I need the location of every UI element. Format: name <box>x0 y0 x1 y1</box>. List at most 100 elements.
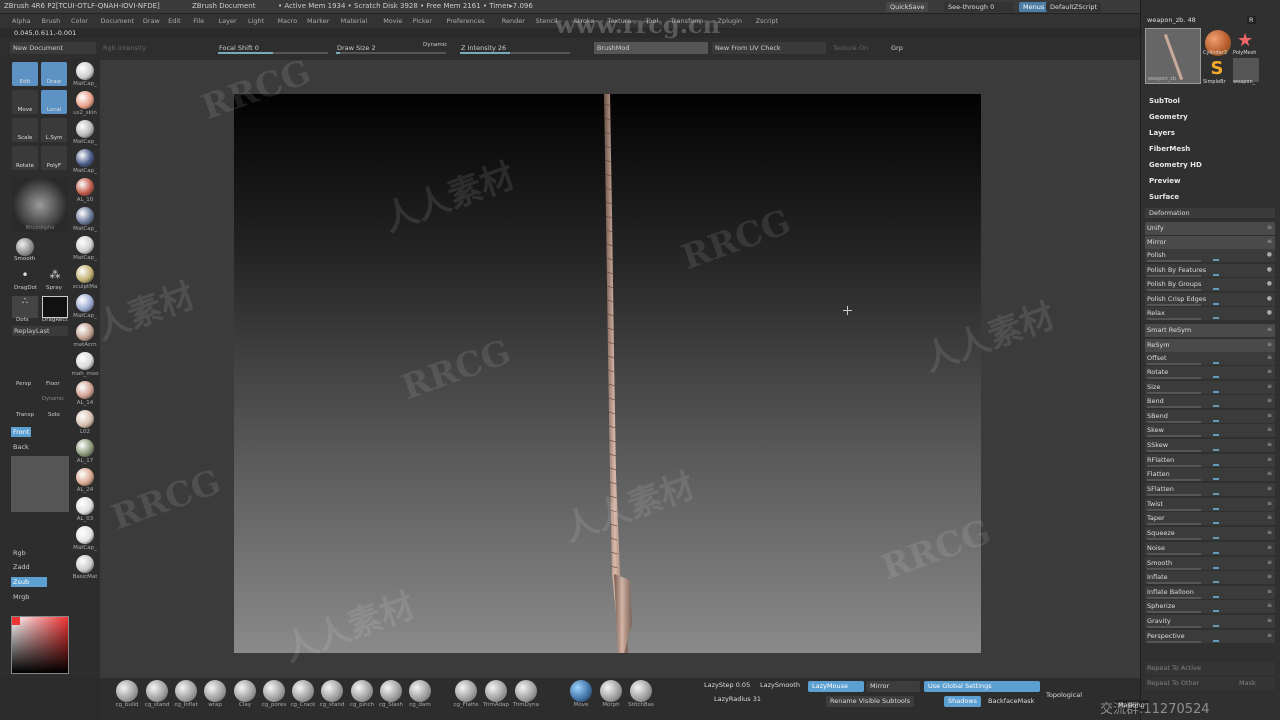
menu-color[interactable]: Color <box>71 17 88 25</box>
axis-options-icon[interactable]: ≡ <box>1267 617 1272 624</box>
focal-shift-track[interactable] <box>218 52 328 54</box>
axis-options-icon[interactable]: ≡ <box>1267 224 1272 231</box>
axis-options-icon[interactable]: ≡ <box>1267 426 1272 433</box>
axis-options-icon[interactable]: ● <box>1267 266 1272 273</box>
deformation-slider-track[interactable] <box>1147 626 1201 628</box>
deformation-slider-track[interactable] <box>1147 465 1201 467</box>
solo-button[interactable]: Solo <box>46 411 62 419</box>
menu-draw[interactable]: Draw <box>143 17 160 25</box>
axis-options-icon[interactable]: ≡ <box>1267 485 1272 492</box>
deformation-sbend[interactable]: SBend ≡ <box>1145 410 1275 423</box>
material-sphere-icon[interactable] <box>76 120 94 138</box>
texture-thumbnail[interactable] <box>11 456 69 512</box>
brush-trimadap-icon[interactable] <box>485 680 507 702</box>
axis-options-icon[interactable]: ≡ <box>1267 326 1272 333</box>
axis-options-icon[interactable]: ≡ <box>1267 456 1272 463</box>
deformation-slider-track[interactable] <box>1147 304 1201 306</box>
deformation-slider-handle[interactable] <box>1213 303 1219 305</box>
new-from-uv-check-button[interactable]: New From UV Check <box>712 42 826 54</box>
deformation-slider-handle[interactable] <box>1213 449 1219 451</box>
deformation-slider-track[interactable] <box>1147 377 1201 379</box>
draw-size-track[interactable] <box>336 52 446 54</box>
deformation-noise[interactable]: Noise ≡ <box>1145 542 1275 555</box>
section-preview[interactable]: Preview <box>1149 177 1181 185</box>
deformation-slider-track[interactable] <box>1147 406 1201 408</box>
deformation-slider-handle[interactable] <box>1213 376 1219 378</box>
brush-cg_crack-icon[interactable] <box>292 680 314 702</box>
rename-visible-subtools-button[interactable]: Rename Visible Subtools <box>826 696 915 707</box>
deformation-slider-handle[interactable] <box>1213 537 1219 539</box>
deformation-slider-track[interactable] <box>1147 479 1201 481</box>
brush-cg_slash-icon[interactable] <box>380 680 402 702</box>
axis-options-icon[interactable]: ≡ <box>1267 500 1272 507</box>
active-tool-thumbnail[interactable]: weapon_zb <box>1145 28 1201 84</box>
deformation-relax[interactable]: Relax ● <box>1145 307 1275 320</box>
material-sphere-icon[interactable] <box>76 497 94 515</box>
deformation-slider-handle[interactable] <box>1213 464 1219 466</box>
section-subtool[interactable]: SubTool <box>1149 97 1180 105</box>
deformation-slider-handle[interactable] <box>1213 640 1219 642</box>
edit-button[interactable]: Edit <box>12 62 38 86</box>
deformation-polish-by-features[interactable]: Polish By Features ● <box>1145 264 1275 277</box>
deformation-slider-handle[interactable] <box>1213 581 1219 583</box>
material-sphere-icon[interactable] <box>76 526 94 544</box>
quicksave-button[interactable]: QuickSave <box>886 2 929 12</box>
mrgb-toggle[interactable]: Mrgb <box>11 592 31 602</box>
deformation-perspective[interactable]: Perspective ≡ <box>1145 630 1275 643</box>
deformation-slider-track[interactable] <box>1147 611 1201 613</box>
brush-cg_pinch-icon[interactable] <box>351 680 373 702</box>
brush-stitchbas-icon[interactable] <box>630 680 652 702</box>
brush-move-icon[interactable] <box>570 680 592 702</box>
deformation-slider-handle[interactable] <box>1213 434 1219 436</box>
deformation-slider-handle[interactable] <box>1213 405 1219 407</box>
deformation-polish[interactable]: Polish ● <box>1145 249 1275 262</box>
brush-wrap-icon[interactable] <box>204 680 226 702</box>
deformation-twist[interactable]: Twist ≡ <box>1145 498 1275 511</box>
material-sphere-icon[interactable] <box>76 439 94 457</box>
polyf-button[interactable]: PolyF <box>41 146 67 170</box>
see-through-slider[interactable]: See-through 0 <box>944 2 1014 12</box>
shadows-button[interactable]: Shadows <box>944 696 982 707</box>
move-button[interactable]: Move <box>12 90 38 114</box>
deformation-slider-track[interactable] <box>1147 289 1201 291</box>
weapon-model[interactable] <box>600 94 636 653</box>
deformation-slider-handle[interactable] <box>1213 552 1219 554</box>
deformation-slider-track[interactable] <box>1147 641 1201 643</box>
deformation-slider-track[interactable] <box>1147 523 1201 525</box>
brush-cg_build-icon[interactable] <box>116 680 138 702</box>
deformation-gravity[interactable]: Gravity ≡ <box>1145 615 1275 628</box>
draw-button[interactable]: Draw <box>41 62 67 86</box>
menu-material[interactable]: Material <box>341 17 367 25</box>
deformation-slider-track[interactable] <box>1147 582 1201 584</box>
axis-options-icon[interactable]: ≡ <box>1267 368 1272 375</box>
menu-document[interactable]: Document <box>101 17 135 25</box>
persp-button[interactable]: Persp <box>14 380 33 388</box>
deformation-slider-handle[interactable] <box>1213 596 1219 598</box>
section-geometry-hd[interactable]: Geometry HD <box>1149 161 1202 169</box>
lsym-button[interactable]: L.Sym <box>41 118 67 142</box>
deformation-taper[interactable]: Taper ≡ <box>1145 512 1275 525</box>
deformation-slider-track[interactable] <box>1147 553 1201 555</box>
material-sphere-icon[interactable] <box>76 294 94 312</box>
use-global-settings-button[interactable]: Use Global Settings <box>924 681 1040 692</box>
axis-options-icon[interactable]: ≡ <box>1267 470 1272 477</box>
floor-button[interactable]: Floor <box>44 380 62 388</box>
deformation-slider-track[interactable] <box>1147 509 1201 511</box>
axis-options-icon[interactable]: ≡ <box>1267 354 1272 361</box>
z-intensity-track[interactable] <box>460 52 570 54</box>
deformation-slider-track[interactable] <box>1147 421 1201 423</box>
main-color-swatch[interactable] <box>12 617 20 625</box>
deformation-spherize[interactable]: Spherize ≡ <box>1145 600 1275 613</box>
deformation-repeat-to-active[interactable]: Repeat To Active <box>1145 662 1275 675</box>
deformation-polish-crisp-edges[interactable]: Polish Crisp Edges ● <box>1145 293 1275 306</box>
scale-button[interactable]: Scale <box>12 118 38 142</box>
front-button[interactable]: Front <box>11 427 32 437</box>
brush-cg_stand-icon[interactable] <box>321 680 343 702</box>
menus-button[interactable]: Menus <box>1019 2 1049 12</box>
grp-toggle[interactable]: Grp <box>888 42 906 54</box>
deformation-unify[interactable]: Unify ≡ <box>1145 222 1275 235</box>
deformation-slider-handle[interactable] <box>1213 317 1219 319</box>
material-sphere-icon[interactable] <box>76 91 94 109</box>
axis-options-icon[interactable]: ≡ <box>1267 441 1272 448</box>
texture-on-toggle[interactable]: Texture On <box>830 42 871 54</box>
